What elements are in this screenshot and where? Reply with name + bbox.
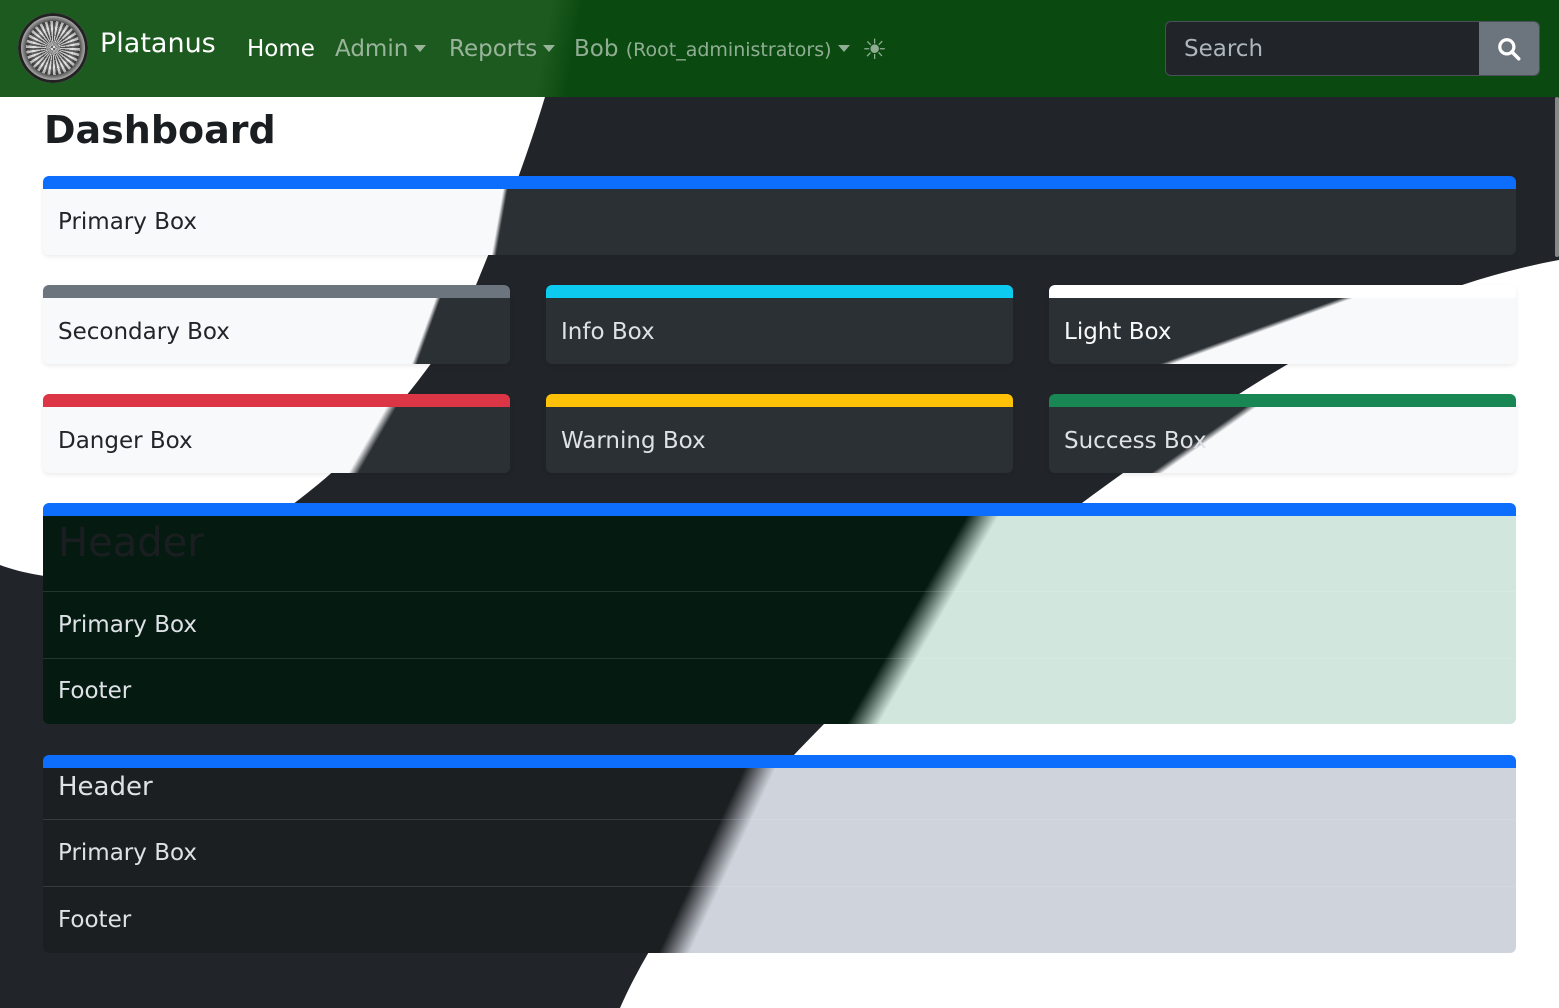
- primary-box-label: Primary Box: [58, 209, 197, 235]
- chevron-down-icon: [414, 45, 427, 52]
- warning-box: Warning Box: [546, 394, 1013, 473]
- search-form: [1165, 21, 1540, 76]
- light-box-label: Light Box: [1064, 319, 1172, 345]
- card-body: Primary Box: [43, 820, 1516, 887]
- brand-name[interactable]: Platanus: [100, 28, 216, 59]
- brand-logo[interactable]: [18, 13, 88, 83]
- search-button[interactable]: [1479, 22, 1539, 75]
- card-header: Header: [43, 516, 1516, 592]
- chevron-down-icon: [543, 45, 556, 52]
- nav-user-name: Bob: [574, 36, 619, 62]
- search-input[interactable]: [1166, 22, 1480, 75]
- top-navbar: Platanus Home Admin Reports Bob (Root_ad…: [0, 0, 1559, 97]
- card-success: Header Primary Box Footer: [43, 503, 1516, 724]
- info-box: Info Box: [546, 285, 1013, 364]
- card-header-text: Header: [58, 520, 204, 566]
- card-body: Primary Box: [43, 592, 1516, 659]
- nav-user-group: (Root_administrators): [625, 39, 832, 61]
- primary-box: Primary Box: [43, 176, 1516, 255]
- sun-icon[interactable]: ☀: [862, 36, 887, 64]
- success-box: Success Box: [1049, 394, 1516, 473]
- warning-box-label: Warning Box: [561, 428, 706, 454]
- page-scrollbar[interactable]: [1555, 97, 1559, 257]
- card-footer: Footer: [43, 887, 1516, 953]
- danger-box: Danger Box: [43, 394, 510, 473]
- nav-admin-dropdown[interactable]: Admin: [335, 36, 427, 62]
- card-body-text: Primary Box: [58, 840, 197, 866]
- card-header: Header: [43, 768, 1516, 820]
- card-footer-text: Footer: [58, 678, 132, 704]
- light-box: Light Box: [1049, 285, 1516, 364]
- page-title: Dashboard: [44, 108, 276, 152]
- search-icon: [1498, 37, 1521, 60]
- success-box-label: Success Box: [1064, 428, 1207, 454]
- nav-reports-label: Reports: [449, 36, 538, 62]
- card-secondary: Header Primary Box Footer: [43, 755, 1516, 953]
- secondary-box-label: Secondary Box: [58, 319, 230, 345]
- card-header-text: Header: [58, 772, 153, 802]
- danger-box-label: Danger Box: [58, 428, 193, 454]
- nav-admin-label: Admin: [335, 36, 409, 62]
- nav-home[interactable]: Home: [247, 36, 315, 62]
- chevron-down-icon: [837, 45, 850, 52]
- card-footer: Footer: [43, 659, 1516, 724]
- secondary-box: Secondary Box: [43, 285, 510, 364]
- card-body-text: Primary Box: [58, 612, 197, 638]
- nav-reports-dropdown[interactable]: Reports: [449, 36, 556, 62]
- info-box-label: Info Box: [561, 319, 655, 345]
- card-footer-text: Footer: [58, 907, 132, 933]
- nav-user-dropdown[interactable]: Bob (Root_administrators): [574, 36, 850, 62]
